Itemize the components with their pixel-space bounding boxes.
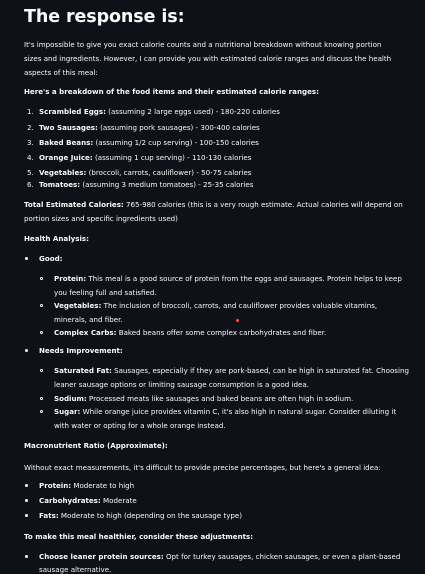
- good-carbs-line: Complex Carbs: Baked beans offer some co…: [54, 328, 327, 337]
- macro-heading: Macronutrient Ratio (Approximate):: [24, 441, 168, 450]
- intro-line-1: It's impossible to give you exact calori…: [24, 40, 382, 49]
- circle-bullet-icon: [40, 304, 44, 308]
- improvement-sodium-line: Sodium: Processed meats like sausages an…: [54, 394, 354, 403]
- adjustment-line-1: Choose leaner protein sources: Opt for t…: [39, 552, 401, 561]
- macro-protein: Protein: Moderate to high: [39, 481, 135, 490]
- good-protein-line-2: you feeling full and satisfied.: [54, 288, 157, 297]
- breakdown-heading: Here's a breakdown of the food items and…: [24, 87, 319, 96]
- macro-intro: Without exact measurements, it's difficu…: [24, 463, 381, 472]
- intro-line-3: aspects of this meal:: [24, 68, 98, 77]
- macro-carbs: Carbohydrates: Moderate: [39, 496, 137, 505]
- response-page: The response is: It's impossible to give…: [24, 7, 409, 574]
- healthier-heading: To make this meal healthier, consider th…: [24, 532, 254, 541]
- bullet-icon: [25, 499, 29, 503]
- improvement-label: Needs Improvement:: [39, 346, 123, 355]
- bullet-icon: [25, 257, 29, 261]
- bullet-icon: [25, 514, 29, 518]
- good-vegetables-line-1: Vegetables: The inclusion of broccoli, c…: [54, 301, 378, 310]
- bullet-icon: [25, 555, 29, 559]
- health-heading: Health Analysis:: [24, 234, 89, 243]
- good-protein-line-1: Protein: This meal is a good source of p…: [54, 274, 402, 283]
- macro-fats: Fats: Moderate to high (depending on the…: [39, 511, 243, 520]
- improvement-sugar-line-1: Sugar: While orange juice provides vitam…: [54, 407, 397, 416]
- intro-line-2: sizes and ingredients. However, I can pr…: [24, 54, 392, 63]
- cursor-dot: [236, 319, 239, 322]
- adjustment-line-2: sausage alternative.: [39, 565, 112, 574]
- improvement-fat-line-1: Saturated Fat: Sausages, especially if t…: [54, 366, 409, 375]
- good-label: Good:: [39, 254, 63, 263]
- good-vegetables-line-2: minerals, and fiber.: [54, 315, 123, 324]
- page-title: The response is:: [24, 7, 185, 27]
- circle-bullet-icon: [40, 277, 44, 281]
- improvement-fat-line-2: leaner sausage options or limiting sausa…: [54, 380, 309, 389]
- circle-bullet-icon: [40, 397, 44, 401]
- circle-bullet-icon: [40, 369, 44, 373]
- total-line-2: portion sizes and specific ingredients u…: [24, 214, 178, 223]
- bullet-icon: [25, 349, 29, 353]
- improvement-sugar-line-2: with water or opting for a whole orange …: [54, 421, 226, 430]
- circle-bullet-icon: [40, 410, 44, 414]
- total-line-1: Total Estimated Calories: 765-980 calori…: [24, 200, 403, 209]
- bullet-icon: [25, 484, 29, 488]
- circle-bullet-icon: [40, 331, 44, 335]
